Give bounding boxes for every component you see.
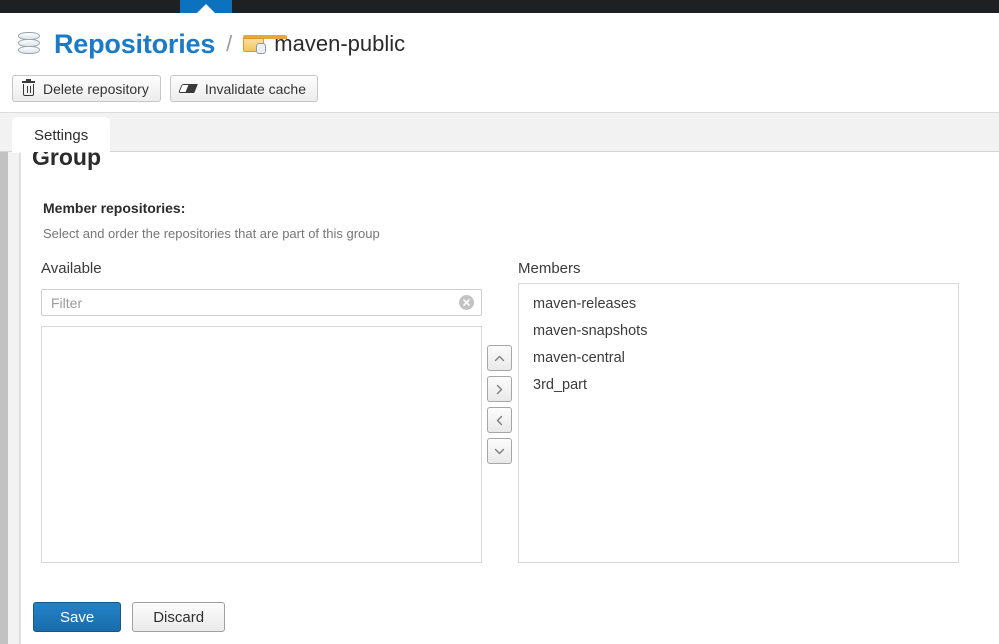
transfer-buttons (487, 345, 512, 464)
available-label: Available (41, 260, 102, 277)
members-label: Members (518, 260, 581, 277)
chevron-up-icon (494, 354, 505, 363)
list-item[interactable]: 3rd_part (519, 372, 958, 399)
breadcrumb-root-link[interactable]: Repositories (54, 29, 215, 60)
chevron-left-icon (495, 415, 504, 426)
filter-field (41, 289, 482, 316)
form-actions: Save Discard (33, 602, 225, 632)
list-item[interactable]: maven-snapshots (519, 318, 958, 345)
filter-input[interactable] (41, 289, 482, 316)
chevron-right-icon (495, 384, 504, 395)
database-icon (16, 30, 42, 58)
breadcrumb-current: maven-public (274, 31, 405, 57)
content-gutter (8, 139, 20, 644)
invalidate-cache-label: Invalidate cache (205, 81, 306, 97)
repository-folder-icon (243, 35, 265, 53)
discard-button[interactable]: Discard (132, 602, 225, 632)
add-to-members-button[interactable] (487, 376, 512, 402)
save-button[interactable]: Save (33, 602, 121, 632)
application-bar (0, 0, 999, 13)
page-body: Repositories / maven-public Delete repos… (0, 13, 999, 644)
breadcrumb-separator: / (226, 31, 232, 57)
move-down-button[interactable] (487, 438, 512, 464)
list-item[interactable]: maven-releases (519, 291, 958, 318)
chevron-down-icon (494, 447, 505, 456)
vertical-scrollbar[interactable] (0, 139, 8, 644)
delete-repository-label: Delete repository (43, 81, 149, 97)
tab-settings[interactable]: Settings (12, 117, 110, 153)
tab-settings-label: Settings (34, 127, 88, 144)
trash-icon (22, 81, 35, 96)
eraser-icon (180, 82, 197, 96)
section-title: Group (32, 152, 101, 171)
member-repositories-help: Select and order the repositories that a… (43, 226, 380, 241)
list-item[interactable]: maven-central (519, 345, 958, 372)
settings-panel: Group Member repositories: Select and or… (20, 152, 999, 644)
delete-repository-button[interactable]: Delete repository (12, 75, 161, 102)
toolbar: Delete repository Invalidate cache (12, 75, 318, 102)
member-repositories-label: Member repositories: (43, 200, 185, 216)
move-up-button[interactable] (487, 345, 512, 371)
clear-filter-icon[interactable] (459, 295, 474, 310)
breadcrumb: Repositories / maven-public (16, 23, 405, 65)
tab-strip: Settings (0, 112, 999, 152)
invalidate-cache-button[interactable]: Invalidate cache (170, 75, 318, 102)
available-list[interactable] (41, 326, 482, 563)
remove-from-members-button[interactable] (487, 407, 512, 433)
active-nav-notch-icon (197, 4, 215, 13)
members-list[interactable]: maven-releases maven-snapshots maven-cen… (518, 283, 959, 563)
